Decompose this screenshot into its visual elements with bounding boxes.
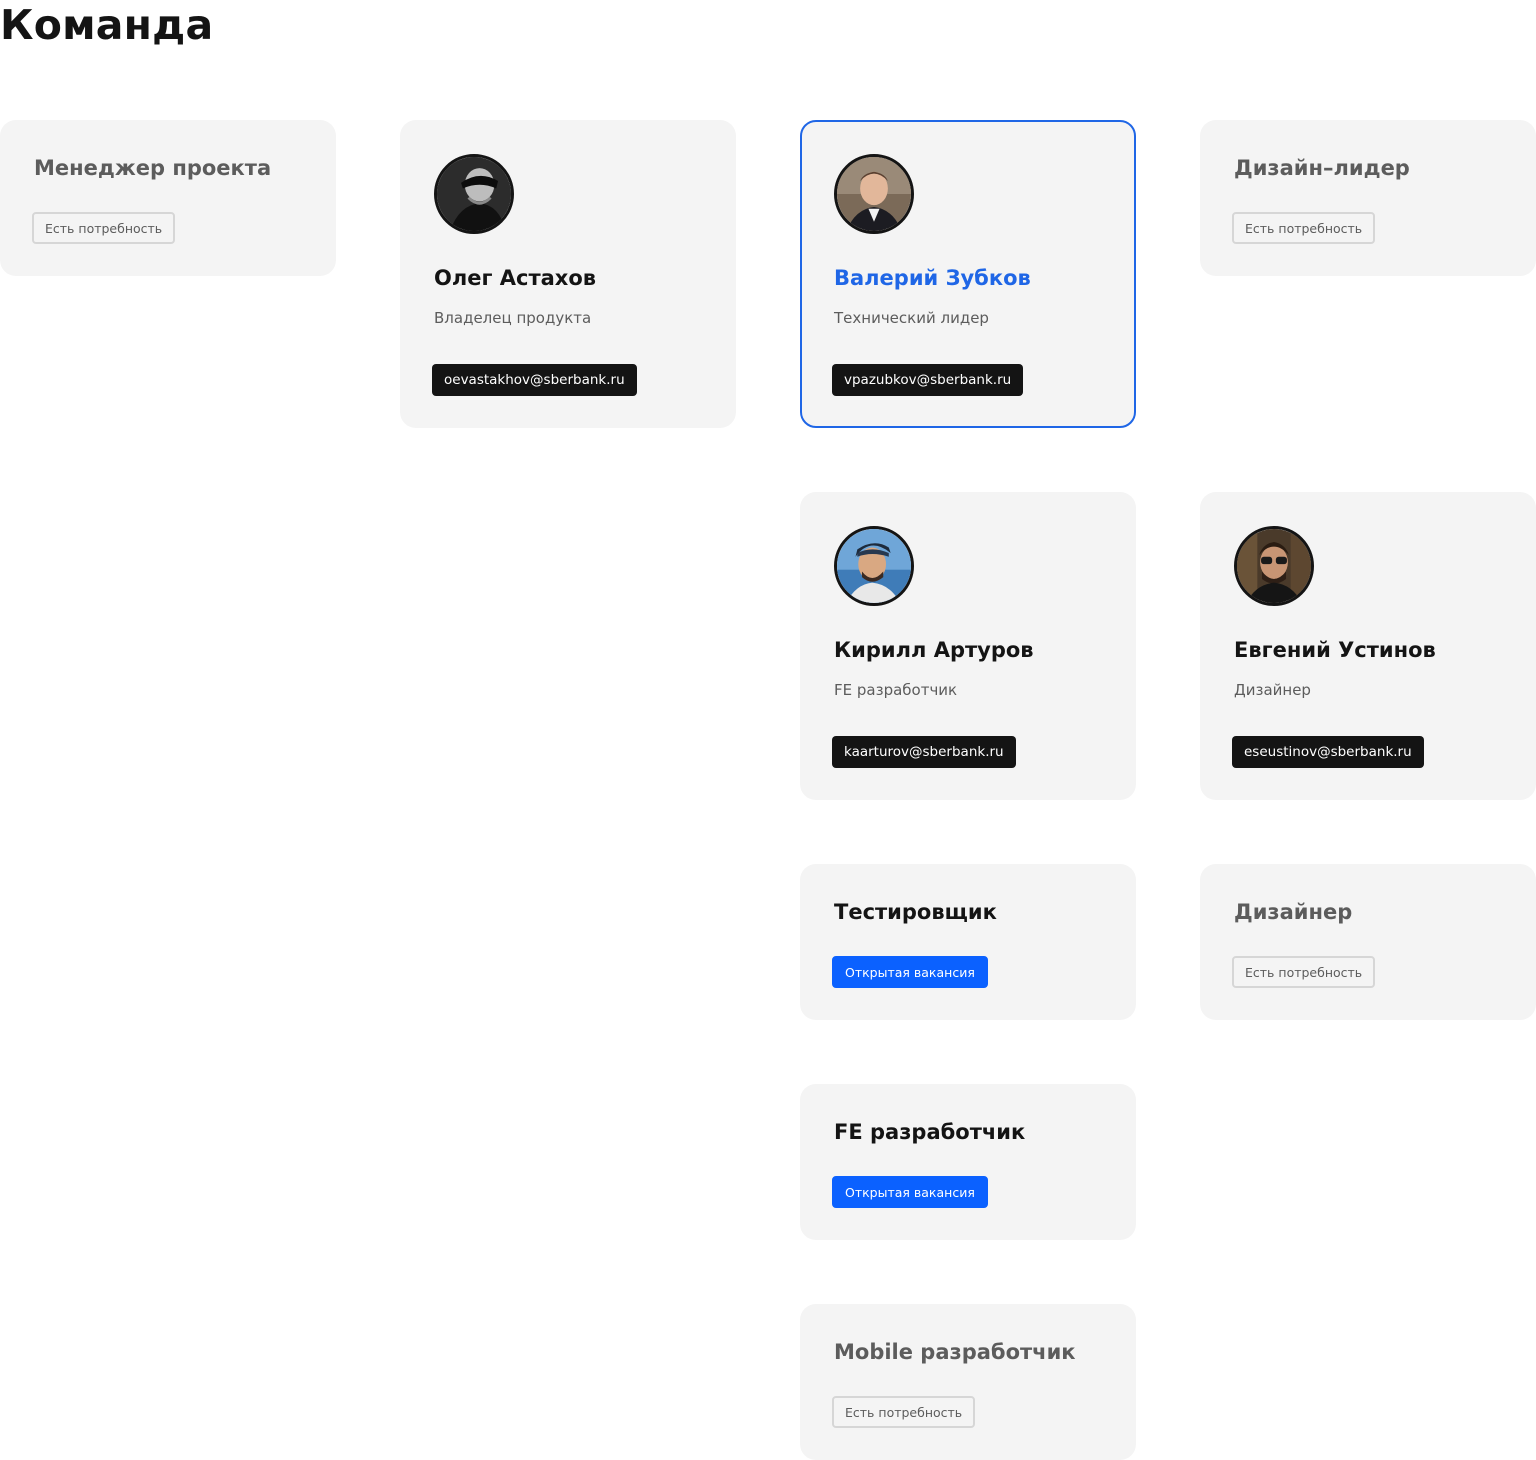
vacancy-title: FE разработчик	[834, 1120, 1026, 1144]
member-card-kirill[interactable]: Кирилл Артуров FE разработчик kaarturov@…	[800, 492, 1136, 800]
email-badge[interactable]: vpazubkov@sberbank.ru	[832, 364, 1024, 396]
avatar-photo-icon	[837, 157, 911, 231]
member-card-valeriy[interactable]: Валерий Зубков Технический лидер vpazubk…	[800, 120, 1136, 428]
avatar	[834, 154, 914, 234]
member-role: Дизайнер	[1234, 681, 1311, 700]
member-name: Евгений Устинов	[1234, 638, 1436, 662]
vacancy-card-design-lead[interactable]: Дизайн–лидер Есть потребность	[1200, 120, 1536, 276]
member-role: Технический лидер	[834, 309, 989, 328]
status-badge[interactable]: Открытая вакансия	[832, 1176, 988, 1208]
vacancy-title: Mobile разработчик	[834, 1340, 1076, 1364]
status-badge[interactable]: Есть потребность	[1232, 956, 1376, 988]
vacancy-card-fe-developer[interactable]: FE разработчик Открытая вакансия	[800, 1084, 1136, 1240]
vacancy-card-project-manager[interactable]: Менеджер проекта Есть потребность	[0, 120, 336, 276]
status-badge[interactable]: Есть потребность	[832, 1396, 976, 1428]
avatar-photo-icon	[437, 157, 511, 231]
member-role: FE разработчик	[834, 681, 958, 700]
member-name: Кирилл Артуров	[834, 638, 1034, 662]
vacancy-card-tester[interactable]: Тестировщик Открытая вакансия	[800, 864, 1136, 1020]
page-title: Команда	[0, 1, 214, 49]
member-name: Олег Астахов	[434, 266, 597, 290]
vacancy-title: Менеджер проекта	[34, 156, 272, 180]
avatar	[1234, 526, 1314, 606]
member-card-evgeniy[interactable]: Евгений Устинов Дизайнер eseustinov@sber…	[1200, 492, 1536, 800]
status-badge[interactable]: Есть потребность	[32, 212, 176, 244]
status-badge[interactable]: Открытая вакансия	[832, 956, 988, 988]
email-badge[interactable]: eseustinov@sberbank.ru	[1232, 736, 1424, 768]
avatar	[834, 526, 914, 606]
vacancy-title: Тестировщик	[834, 900, 997, 924]
avatar-photo-icon	[1237, 529, 1311, 603]
vacancy-card-mobile-developer[interactable]: Mobile разработчик Есть потребность	[800, 1304, 1136, 1460]
vacancy-title: Дизайнер	[1234, 900, 1353, 924]
email-badge[interactable]: kaarturov@sberbank.ru	[832, 736, 1016, 768]
member-role: Владелец продукта	[434, 309, 592, 328]
email-badge[interactable]: oevastakhov@sberbank.ru	[432, 364, 637, 396]
member-name: Валерий Зубков	[834, 266, 1031, 290]
member-card-oleg[interactable]: Олег Астахов Владелец продукта oevastakh…	[400, 120, 736, 428]
avatar	[434, 154, 514, 234]
avatar-photo-icon	[837, 529, 911, 603]
vacancy-card-designer[interactable]: Дизайнер Есть потребность	[1200, 864, 1536, 1020]
vacancy-title: Дизайн–лидер	[1234, 156, 1410, 180]
status-badge[interactable]: Есть потребность	[1232, 212, 1376, 244]
